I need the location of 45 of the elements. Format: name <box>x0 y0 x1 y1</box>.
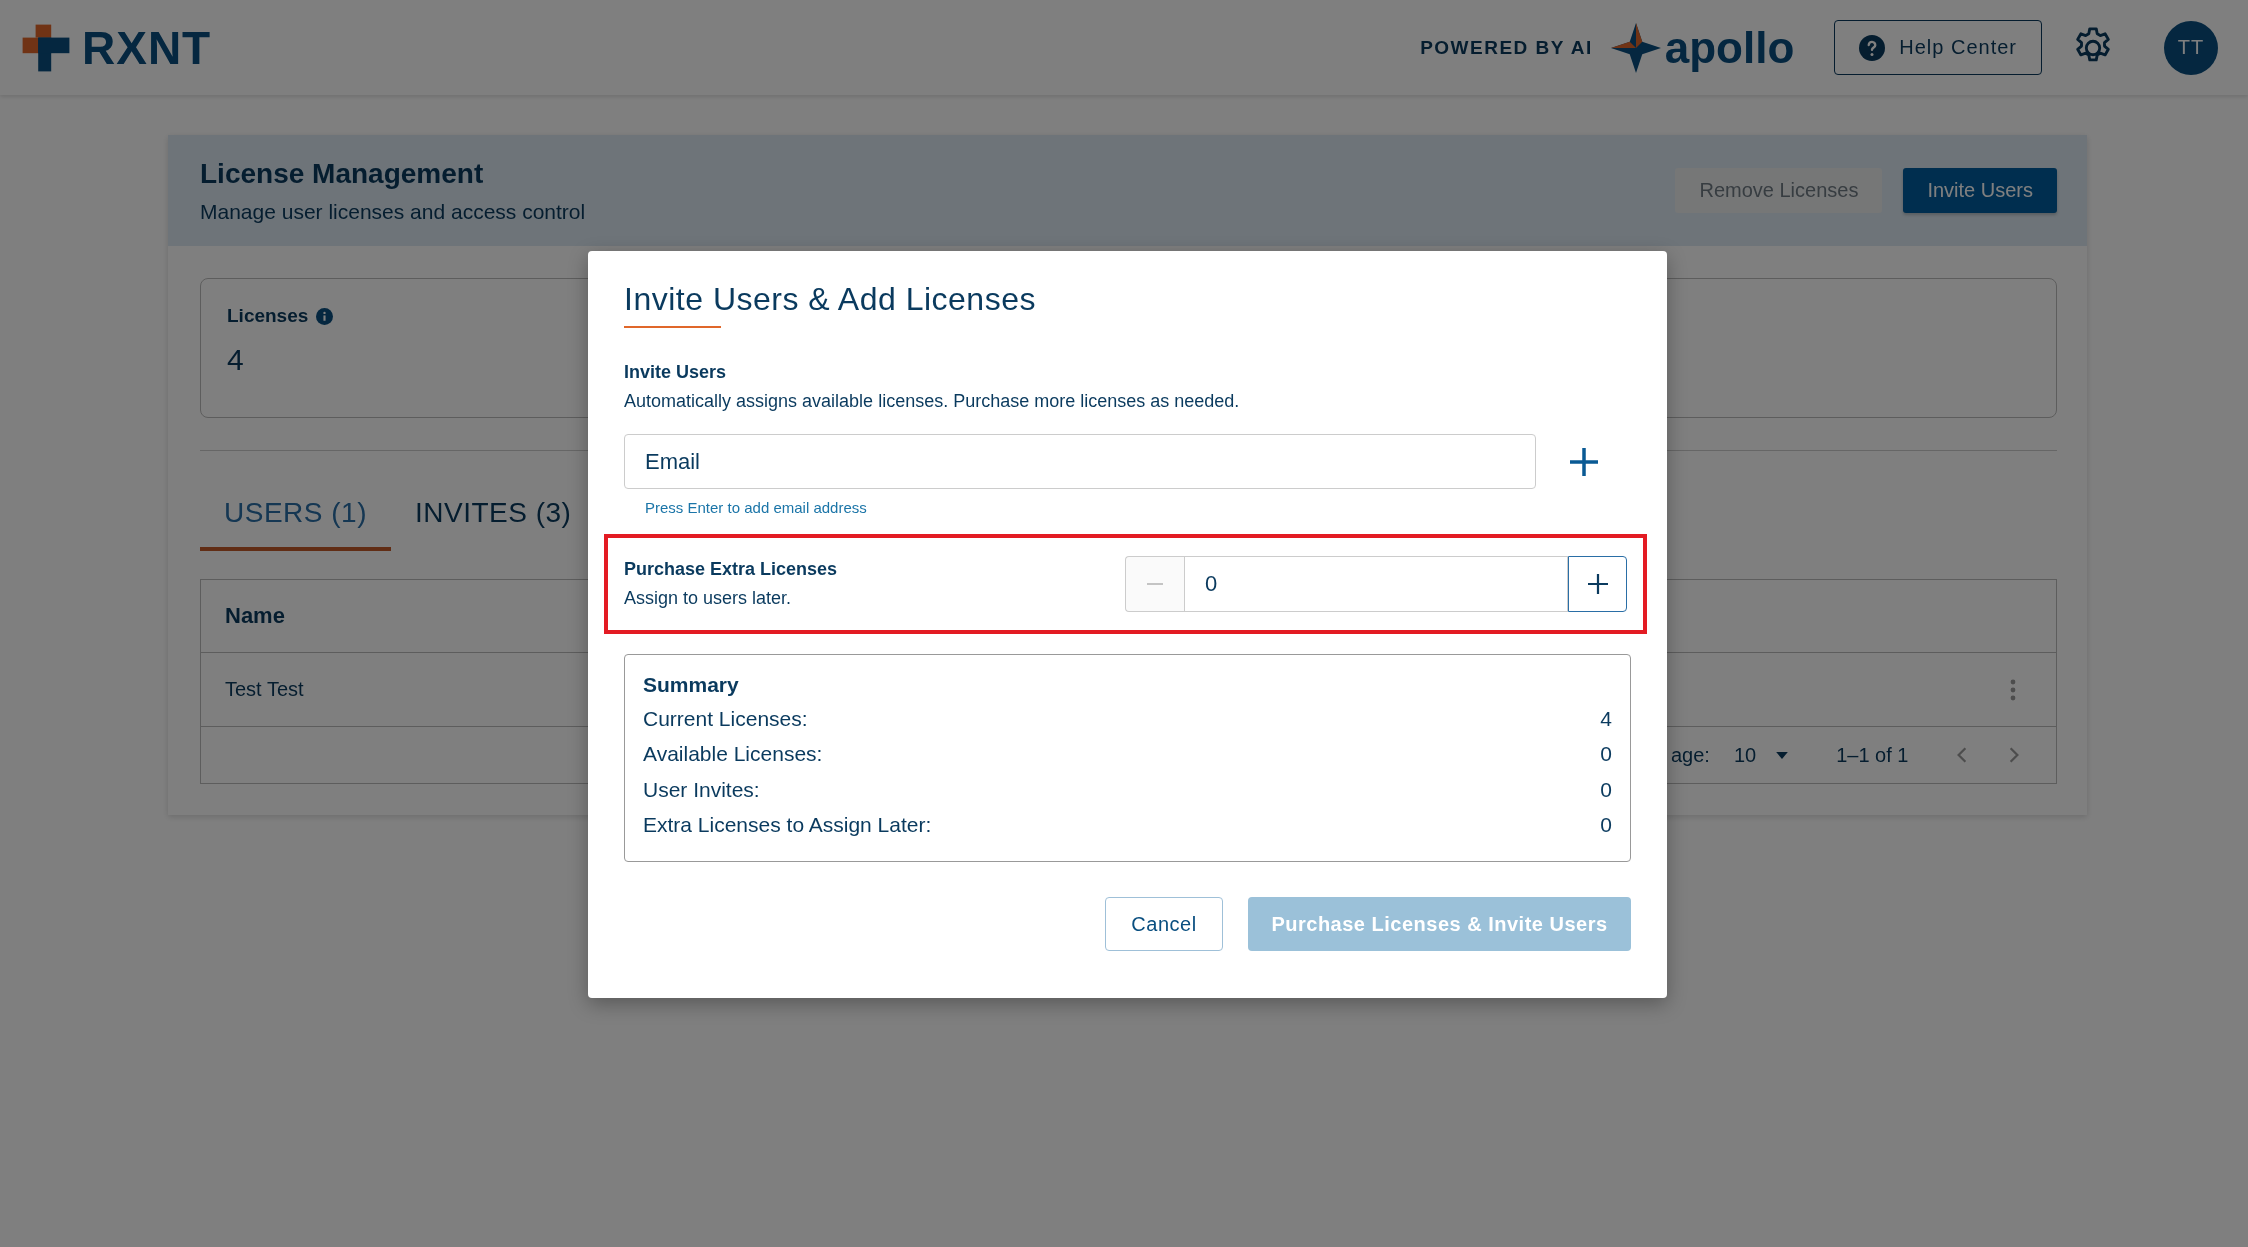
user-avatar[interactable]: TT <box>2164 20 2218 75</box>
licenses-label: Licenses <box>227 305 309 327</box>
licenses-count: 4 <box>227 343 244 377</box>
summary-label: User Invites: <box>643 777 760 802</box>
column-header: Name <box>225 603 285 629</box>
rows-per-page-select[interactable]: 10 <box>1733 743 1789 767</box>
summary-label: Available Licenses: <box>643 742 823 767</box>
quantity-field[interactable]: 0 <box>1184 556 1568 612</box>
summary-value: 0 <box>1600 813 1612 838</box>
help-center-button[interactable]: Help Center <box>1834 20 2042 75</box>
section-heading: Invite Users <box>624 362 728 383</box>
email-field[interactable]: Email <box>624 434 1536 489</box>
summary-label: Extra Licenses to Assign Later: <box>643 813 932 838</box>
more-options-icon[interactable] <box>2010 677 2016 702</box>
table-cell: Test Test <box>225 678 304 701</box>
star-logo-icon <box>1610 22 1661 73</box>
rows-per-page-label: age: <box>1671 743 1710 767</box>
section-heading: Purchase Extra Licenses <box>624 559 838 580</box>
logo-text: RXNT <box>82 20 212 75</box>
powered-by-label: POWERED BY AI <box>1420 36 1593 59</box>
page-subtitle: Manage user licenses and access control <box>200 199 586 224</box>
plus-icon <box>1587 574 1608 594</box>
cancel-button[interactable]: Cancel <box>1105 897 1223 951</box>
page-range: 1–1 of 1 <box>1836 743 1909 767</box>
next-page-icon[interactable] <box>2008 746 2021 764</box>
add-icon[interactable] <box>1569 446 1599 477</box>
summary-title: Summary <box>643 673 740 697</box>
help-icon <box>1859 34 1886 61</box>
info-icon[interactable] <box>316 307 334 325</box>
brand-name: apollo <box>1664 22 1795 73</box>
previous-page-icon[interactable] <box>1956 746 1969 764</box>
summary-value: 0 <box>1600 742 1612 767</box>
page-title: License Management <box>200 157 485 190</box>
summary-label: Current Licenses: <box>643 706 808 731</box>
summary-value: 4 <box>1600 706 1612 731</box>
helper-text: Press Enter to add email address <box>645 499 868 516</box>
section-description: Automatically assigns available licenses. Purchase more licenses as needed. <box>624 391 1241 412</box>
section-description: Assign to users later. <box>624 588 793 609</box>
tab[interactable]: USERS (1) <box>200 497 391 551</box>
minus-icon <box>1146 583 1164 585</box>
increment-button[interactable] <box>1568 556 1627 612</box>
summary-value: 0 <box>1600 777 1612 802</box>
dialog-title: Invite Users & Add Licenses <box>624 281 1037 318</box>
caret-icon <box>1776 751 1789 759</box>
invite-users-button[interactable]: Invite Users <box>1903 168 2057 213</box>
